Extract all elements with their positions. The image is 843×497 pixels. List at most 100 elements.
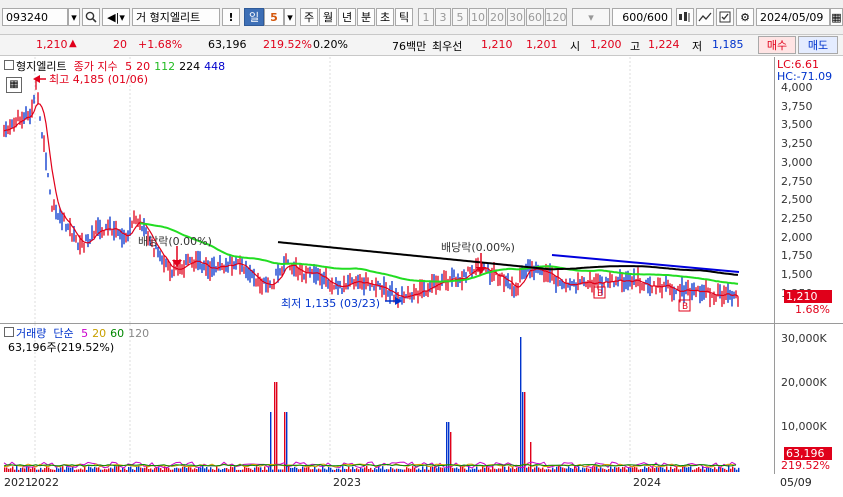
volume-tick-0: 30,000K <box>781 332 827 345</box>
search-icon[interactable] <box>82 8 100 26</box>
volume-bar <box>10 468 12 472</box>
minute-button-10[interactable]: 10 <box>469 8 487 26</box>
ma5-line <box>3 103 739 299</box>
volume-bar <box>510 468 512 472</box>
volume-bar <box>332 469 334 472</box>
volume-bar <box>544 469 546 472</box>
volume-bar <box>516 467 518 472</box>
volume-bar <box>688 467 690 472</box>
settings-gear-icon[interactable]: ⚙ <box>736 8 754 26</box>
period-button-5[interactable]: 틱 <box>395 8 413 26</box>
chart-tools-icon[interactable] <box>676 8 694 26</box>
volume-bar <box>160 468 162 472</box>
sell-button[interactable]: 매도 <box>798 36 838 54</box>
volume-bar <box>180 468 182 472</box>
volume-bar <box>334 469 336 472</box>
buy-button[interactable]: 매수 <box>758 36 796 54</box>
volume-bar <box>238 469 240 472</box>
volume-bar <box>700 468 702 472</box>
volume-bar <box>726 469 728 472</box>
volume-bar <box>100 469 102 472</box>
volume-bar <box>132 469 134 472</box>
volume-bar <box>710 468 712 472</box>
volume-bar <box>302 466 304 472</box>
volume-bar <box>112 468 114 472</box>
period-button-3[interactable]: 분 <box>357 8 375 26</box>
volume-bar <box>50 469 52 472</box>
period-button-1[interactable]: 월 <box>319 8 337 26</box>
volume-tick-1: 20,000K <box>781 376 827 389</box>
volume-bar <box>470 469 472 472</box>
volume-bar <box>666 466 668 472</box>
dividend-label-2: 배당락(0.00%) <box>441 241 515 254</box>
price-chart[interactable]: B B <box>0 57 775 323</box>
minute-button-30[interactable]: 30 <box>507 8 525 26</box>
high-price: 1,224 <box>648 38 680 51</box>
period-value-field[interactable]: 5 <box>264 8 284 26</box>
trend-line[interactable] <box>551 254 740 273</box>
volume-bar <box>184 466 186 472</box>
volume-bar <box>154 468 156 472</box>
low-label: 저 <box>692 40 703 53</box>
volume-bar <box>208 469 210 472</box>
date-field[interactable]: 2024/05/09 <box>756 8 830 26</box>
volume-chart[interactable] <box>0 324 775 474</box>
bar-count-field[interactable]: 600/600 <box>612 8 672 26</box>
volume-bar <box>286 412 288 472</box>
period-button-2[interactable]: 년 <box>338 8 356 26</box>
volume-bar <box>604 469 606 472</box>
volume-bar <box>392 468 394 472</box>
code-dropdown-icon[interactable]: ▾ <box>68 8 80 26</box>
volume-bar <box>324 468 326 472</box>
volume-bar <box>606 469 608 472</box>
up-arrow-icon: ▲ <box>69 38 77 49</box>
volume-bar <box>98 467 100 472</box>
calculator-icon[interactable]: ▦ <box>6 77 22 93</box>
volume-bar <box>420 469 422 472</box>
volume-bar <box>478 469 480 472</box>
volume-bar <box>224 468 226 472</box>
volume-bar <box>398 468 400 472</box>
volume-legend-collapse-icon[interactable] <box>4 327 14 337</box>
volume-bar <box>706 467 708 472</box>
calendar-icon[interactable]: ▦ <box>830 8 843 26</box>
volume-bar <box>30 468 32 472</box>
volume-bar <box>444 468 446 472</box>
x-label-2023: 2023 <box>333 476 361 489</box>
period-button-0[interactable]: 주 <box>300 8 318 26</box>
volume-bar <box>622 466 624 472</box>
price-y-axis[interactable]: LC:6.61 HC:-71.09 4,000 3,750 3,500 3,250 3,… <box>774 57 843 323</box>
volume-bar <box>120 469 122 472</box>
volume-bar <box>594 466 596 472</box>
price-panel[interactable]: B B 형지엘리트 종가 지수 5 20 112 224 448 ▦ 최고 4,185 … <box>0 57 843 324</box>
volume-bar <box>406 467 408 472</box>
period-day-button[interactable]: 일 <box>244 8 264 26</box>
volume-bar <box>312 469 314 472</box>
speaker-icon[interactable]: ◀|▾ <box>102 8 130 26</box>
minute-button-3[interactable]: 3 <box>435 8 451 26</box>
x-axis[interactable]: 2021 2022 2023 2024 05/09 <box>0 474 843 497</box>
ask-price: 1,210 <box>481 38 513 51</box>
legend-collapse-icon[interactable] <box>4 60 14 70</box>
minute-button-60[interactable]: 60 <box>526 8 544 26</box>
minute-button-1[interactable]: 1 <box>418 8 434 26</box>
stock-name-field[interactable]: 거 형지엘리트 <box>132 8 220 26</box>
volume-bar <box>432 466 434 472</box>
volume-bar <box>532 469 534 472</box>
volume-bar <box>166 467 168 472</box>
trend-tool-icon[interactable] <box>696 8 714 26</box>
volume-panel[interactable]: 거래량 단순 5 20 60 120 63,196주(219.52%) 30,000K… <box>0 324 843 475</box>
period-button-4[interactable]: 초 <box>376 8 394 26</box>
checkbox-icon[interactable] <box>716 8 734 26</box>
warning-button[interactable]: ! <box>222 8 240 26</box>
stock-code-input[interactable]: 093240 <box>2 8 68 26</box>
dividend-label-1: 배당락(0.00%) <box>138 235 212 248</box>
extra-select[interactable]: ▾ <box>572 8 610 26</box>
volume-bar <box>298 469 300 472</box>
minute-button-20[interactable]: 20 <box>488 8 506 26</box>
minute-button-120[interactable]: 120 <box>545 8 567 26</box>
period-dropdown-icon[interactable]: ▾ <box>284 8 296 26</box>
ma-period-2: 112 <box>154 60 176 73</box>
volume-bar <box>372 469 374 472</box>
minute-button-5[interactable]: 5 <box>452 8 468 26</box>
